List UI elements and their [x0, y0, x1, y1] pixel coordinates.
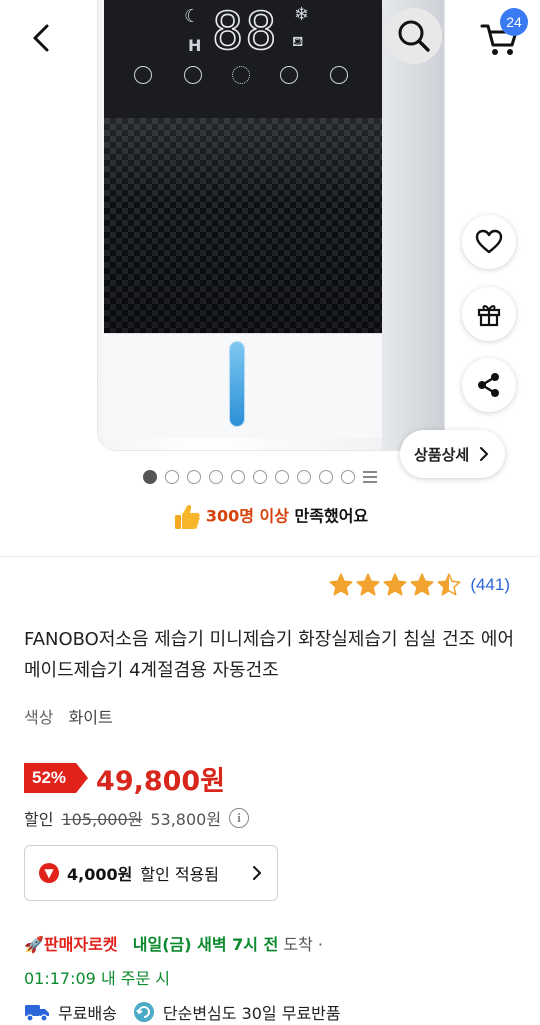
arrow-down-icon: ▼	[39, 863, 59, 883]
share-button[interactable]	[462, 358, 516, 412]
water-level-window	[230, 342, 244, 426]
pager-dot[interactable]	[297, 470, 311, 484]
device-grille	[104, 118, 382, 333]
search-icon	[398, 20, 430, 52]
pager-dot[interactable]	[209, 470, 223, 484]
cup-icon: ⛾	[292, 34, 304, 50]
star-icon	[383, 573, 407, 596]
order-within: 내 주문 시	[100, 969, 171, 988]
back-button[interactable]	[22, 18, 62, 58]
rating-stars	[328, 572, 462, 598]
moon-icon: ☾	[184, 6, 201, 27]
sale-price: 49,800원	[96, 765, 226, 797]
rocket-icon: 🚀	[24, 935, 44, 954]
delivery-info: 🚀판매자로켓 내일(금) 새벽 7시 전 도착 · 01:17:09 내 주문 …	[24, 928, 323, 996]
order-countdown: 01:17:09	[24, 969, 96, 988]
return-policy-label: 단순변심도 30일 무료반품	[162, 1004, 341, 1023]
satisfaction-banner: 300명 이상 만족했어요	[0, 502, 540, 532]
chevron-right-icon	[253, 866, 261, 880]
option-key: 색상	[24, 708, 54, 727]
pager-dot[interactable]	[319, 470, 333, 484]
option-value: 화이트	[68, 708, 113, 727]
return-icon	[133, 1002, 154, 1022]
discount-rate-badge: 52%	[24, 763, 89, 793]
discount-amount: 53,800원	[150, 810, 222, 829]
section-divider	[0, 556, 540, 557]
info-icon[interactable]: i	[229, 808, 250, 828]
light-button-icon	[232, 66, 250, 84]
timer-button-icon	[184, 66, 202, 84]
review-count[interactable]: (441)	[470, 575, 510, 595]
product-image-carousel[interactable]: ☾ H 88 ❄ ⛾	[0, 0, 540, 465]
cart-count-badge: 24	[500, 8, 528, 36]
star-icon	[437, 573, 461, 596]
gift-button[interactable]	[462, 287, 516, 341]
share-icon	[478, 373, 499, 397]
pager-dot[interactable]	[231, 470, 245, 484]
pager-dot[interactable]	[187, 470, 201, 484]
pager-dot[interactable]	[143, 470, 157, 484]
display-digits: 88	[211, 1, 279, 63]
star-icon	[410, 573, 434, 596]
sleep-button-icon	[134, 66, 152, 84]
star-icon	[329, 573, 353, 596]
satisfaction-text: 만족했어요	[294, 506, 369, 526]
device-display: ☾ H 88 ❄ ⛾	[104, 0, 382, 118]
product-detail-button[interactable]: 상품상세	[400, 430, 506, 478]
coupon-applied-button[interactable]: ▼ 4,000원 할인 적용됨	[24, 845, 278, 901]
price-row: 52% 49,800원	[24, 760, 226, 797]
satisfaction-highlight: 300명 이상	[205, 506, 289, 526]
snowflake-icon: ❄	[294, 4, 310, 25]
pager-more-icon[interactable]	[363, 470, 377, 484]
display-mode-letter: H	[188, 36, 202, 55]
mode-button-icon	[280, 66, 298, 84]
coupon-amount: 4,000원	[67, 865, 133, 884]
thumbs-up-icon	[174, 505, 200, 529]
heart-icon	[475, 229, 503, 254]
pager-dot[interactable]	[165, 470, 179, 484]
rocket-label: 판매자로켓	[43, 935, 118, 954]
wishlist-button[interactable]	[462, 215, 516, 269]
power-button-icon	[330, 66, 348, 84]
shipping-benefits: 무료배송 단순변심도 30일 무료반품	[24, 1000, 341, 1024]
star-icon	[356, 573, 380, 596]
original-price: 105,000원	[61, 810, 143, 829]
truck-icon	[25, 1005, 49, 1022]
product-image: ☾ H 88 ❄ ⛾	[98, 0, 444, 450]
image-pager[interactable]	[143, 469, 377, 485]
pager-dot[interactable]	[275, 470, 289, 484]
delivery-eta: 내일(금) 새벽 7시 전	[132, 935, 279, 954]
rating-summary[interactable]: (441)	[328, 572, 510, 598]
pager-dot[interactable]	[253, 470, 267, 484]
search-button[interactable]	[386, 8, 442, 64]
product-title: FANOBO저소음 제습기 미니제습기 화장실제습기 침실 건조 에어메이드제습…	[24, 629, 515, 681]
delivery-arrive: 도착 ·	[283, 935, 324, 954]
product-detail-label: 상품상세	[414, 445, 470, 464]
chevron-right-icon	[480, 447, 489, 461]
discount-label: 할인	[24, 810, 54, 829]
selected-option[interactable]: 색상 화이트	[24, 704, 113, 728]
gift-icon	[477, 305, 501, 327]
pager-dot[interactable]	[341, 470, 355, 484]
coupon-label: 할인 적용됨	[140, 865, 220, 884]
device-front-panel: ☾ H 88 ❄ ⛾	[104, 0, 382, 333]
free-shipping-label: 무료배송	[58, 1004, 117, 1023]
chevron-left-icon	[33, 24, 49, 52]
discount-breakdown: 할인 105,000원 53,800원 i	[24, 806, 250, 830]
